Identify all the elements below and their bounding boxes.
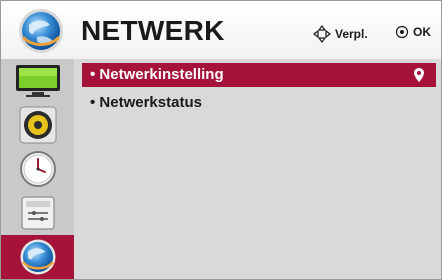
audio-icon [19, 106, 56, 144]
menu-header: NETWERK Verpl. OK [1, 1, 441, 59]
ok-hint-label: OK [413, 25, 431, 39]
category-picture[interactable] [1, 59, 74, 103]
picture-icon [15, 65, 60, 97]
location-pin-icon [414, 68, 424, 82]
dpad-icon [313, 25, 331, 43]
category-network[interactable] [1, 235, 74, 279]
ok-hint: OK [395, 25, 431, 39]
category-time[interactable] [1, 147, 74, 191]
move-hint-label: Verpl. [335, 27, 368, 41]
menu-item-netwerkinstelling[interactable]: • Netwerkinstelling [82, 63, 436, 87]
category-options[interactable] [1, 191, 74, 235]
category-sidebar [1, 59, 74, 279]
menu-item-netwerkstatus[interactable]: • Netwerkstatus [82, 91, 436, 115]
clock-icon [19, 151, 56, 187]
ok-button-icon [395, 25, 409, 39]
move-hint: Verpl. [313, 25, 368, 43]
page-title: NETWERK [81, 15, 225, 46]
menu-content: • Netwerkinstelling • Netwerkstatus [74, 59, 441, 279]
options-icon [20, 196, 55, 230]
menu-item-label: • Netwerkinstelling [90, 66, 224, 83]
menu-item-label: • Netwerkstatus [90, 94, 202, 111]
network-menu-window: NETWERK Verpl. OK • Netwerkinstelling • … [0, 0, 442, 280]
network-globe-icon [17, 7, 65, 60]
network-globe-icon [20, 239, 55, 275]
category-audio[interactable] [1, 103, 74, 147]
